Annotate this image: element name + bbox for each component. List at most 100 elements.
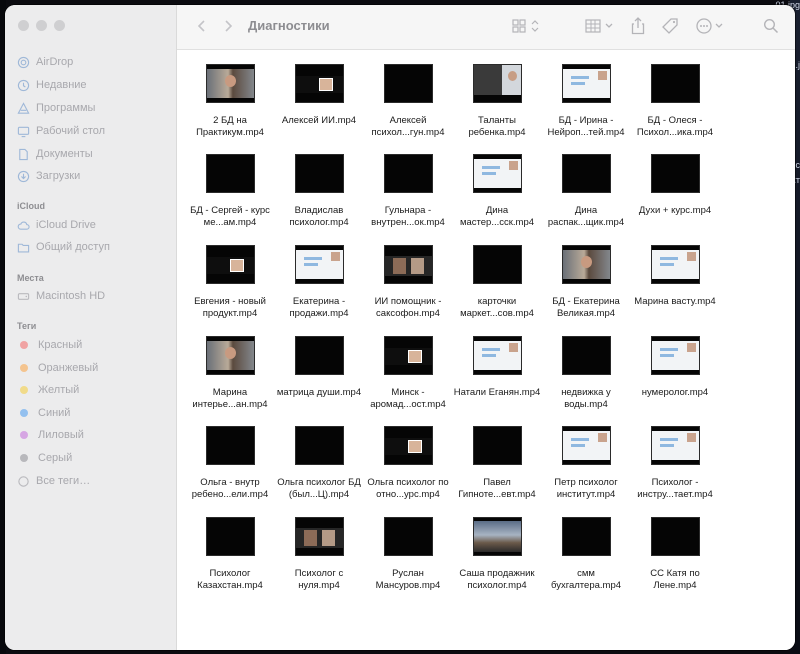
all-tags-icon	[17, 475, 30, 488]
file-item[interactable]: Гульнара - внутрен...ок.mp4	[363, 154, 453, 229]
file-item[interactable]: ИИ помощник - саксофон.mp4	[363, 245, 453, 320]
sidebar-item-label: Красный	[38, 339, 83, 351]
file-name: Натали Еганян.mp4	[453, 387, 541, 398]
zoom-button[interactable]	[54, 20, 65, 31]
sidebar-item-macintosh-hd[interactable]: Macintosh HD	[17, 287, 105, 305]
sidebar-item-desktop[interactable]: Рабочий стол	[17, 122, 105, 140]
file-item[interactable]: Ольга психолог БД (был...Ц).mp4	[274, 426, 364, 501]
file-item[interactable]: БД - Екатерина Великая.mp4	[541, 245, 631, 320]
file-item[interactable]: Дина распак...щик.mp4	[541, 154, 631, 229]
file-item[interactable]: Марина васту.mp4	[630, 245, 720, 308]
sidebar-item-shared[interactable]: Общий доступ	[17, 238, 110, 256]
sidebar-tag-blue[interactable]: Синий	[17, 404, 70, 422]
sidebar-item-label: Серый	[38, 452, 73, 464]
more-actions-button[interactable]	[695, 17, 727, 35]
video-thumbnail	[205, 154, 255, 193]
video-thumbnail	[294, 245, 344, 284]
file-name: Духи + курс.mp4	[638, 205, 712, 216]
sidebar-item-downloads[interactable]: Загрузки	[17, 167, 80, 185]
back-button[interactable]	[194, 18, 210, 34]
file-name: Психолог с нуля.mp4	[294, 568, 344, 591]
sidebar-item-label: Загрузки	[36, 170, 81, 182]
video-thumbnail	[383, 245, 433, 284]
file-item[interactable]: Дина мастер...сск.mp4	[452, 154, 542, 229]
file-item[interactable]: Психолог - инстру...тает.mp4	[630, 426, 720, 501]
share-button[interactable]	[630, 17, 646, 35]
toolbar: Диагностики	[177, 5, 795, 50]
video-thumbnail	[650, 517, 700, 556]
file-item[interactable]: Духи + курс.mp4	[630, 154, 720, 217]
sidebar-item-documents[interactable]: Документы	[17, 145, 93, 163]
sidebar-tag-all[interactable]: Все теги…	[17, 472, 90, 490]
apps-icon	[17, 101, 30, 115]
file-name: Дина распак...щик.mp4	[547, 205, 625, 228]
close-button[interactable]	[18, 20, 29, 31]
sidebar-item-airdrop[interactable]: AirDrop	[17, 53, 73, 71]
file-item[interactable]: БД - Олеся - Психол...ика.mp4	[630, 64, 720, 139]
file-item[interactable]: матрица души.mp4	[274, 336, 364, 399]
file-item[interactable]: СС Катя по Лене.mp4	[630, 517, 720, 592]
group-by-button[interactable]	[585, 17, 617, 35]
sidebar-item-icloud-drive[interactable]: iCloud Drive	[17, 216, 96, 234]
file-item[interactable]: смм бухгалтера.mp4	[541, 517, 631, 592]
video-thumbnail	[383, 336, 433, 375]
file-item[interactable]: Саша продажник психолог.mp4	[452, 517, 542, 592]
file-item[interactable]: Алексей психол...гун.mp4	[363, 64, 453, 139]
tags-button[interactable]	[662, 17, 680, 35]
cloud-icon	[17, 219, 30, 232]
file-item[interactable]: Алексей ИИ.mp4	[274, 64, 364, 127]
tag-icon	[662, 18, 678, 34]
file-name: Ольга - внутр ребено...ели.mp4	[191, 477, 269, 500]
file-item[interactable]: Ольга - внутр ребено...ели.mp4	[185, 426, 275, 501]
sidebar-tag-yellow[interactable]: Желтый	[17, 381, 79, 399]
file-name: матрица души.mp4	[276, 387, 362, 398]
file-item[interactable]: нумеролог.mp4	[630, 336, 720, 399]
sidebar-item-recents[interactable]: Недавние	[17, 76, 87, 94]
file-item[interactable]: Владислав психолог.mp4	[274, 154, 364, 229]
file-item[interactable]: Психолог с нуля.mp4	[274, 517, 364, 592]
file-item[interactable]: Марина интерье...ан.mp4	[185, 336, 275, 411]
file-item[interactable]: 2 БД на Практикум.mp4	[185, 64, 275, 139]
file-item[interactable]: Ольга психолог по отно...урс.mp4	[363, 426, 453, 501]
file-item[interactable]: Натали Еганян.mp4	[452, 336, 542, 399]
file-item[interactable]: Евгения - новый продукт.mp4	[185, 245, 275, 320]
sidebar-tag-gray[interactable]: Серый	[17, 449, 72, 467]
file-item[interactable]: Руслан Мансуров.mp4	[363, 517, 453, 592]
file-name: Ольга психолог по отно...урс.mp4	[367, 477, 449, 500]
file-item[interactable]: Таланты ребенка.mp4	[452, 64, 542, 139]
video-thumbnail	[205, 245, 255, 284]
video-thumbnail	[561, 517, 611, 556]
sidebar-item-label: Документы	[36, 148, 93, 160]
sidebar-tag-purple[interactable]: Лиловый	[17, 426, 84, 444]
chevron-right-icon	[225, 20, 233, 32]
sidebar-tag-red[interactable]: Красный	[17, 336, 82, 354]
download-icon	[17, 170, 30, 183]
sidebar-section-places: Места	[17, 273, 44, 283]
finder-window: AirDrop Недавние Программы Рабочий стол …	[5, 5, 795, 650]
file-item[interactable]: Петр психолог институт.mp4	[541, 426, 631, 501]
video-thumbnail	[650, 154, 700, 193]
sidebar-item-applications[interactable]: Программы	[17, 99, 95, 117]
file-item[interactable]: Павел Гипноте...евт.mp4	[452, 426, 542, 501]
sidebar-item-label: Синий	[38, 407, 71, 419]
sidebar-tag-orange[interactable]: Оранжевый	[17, 359, 98, 377]
file-item[interactable]: Психолог Казахстан.mp4	[185, 517, 275, 592]
minimize-button[interactable]	[36, 20, 47, 31]
file-item[interactable]: Екатерина - продажи.mp4	[274, 245, 364, 320]
file-name: Екатерина - продажи.mp4	[289, 296, 349, 319]
file-name: Ольга психолог БД (был...Ц).mp4	[277, 477, 361, 500]
file-item[interactable]: карточки маркет...сов.mp4	[452, 245, 542, 320]
file-item[interactable]: БД - Сергей - курс ме...ам.mp4	[185, 154, 275, 229]
file-item[interactable]: Минск - аромад...ост.mp4	[363, 336, 453, 411]
file-name: Марина интерье...ан.mp4	[192, 387, 268, 410]
disk-icon	[17, 290, 30, 303]
search-button[interactable]	[763, 17, 779, 35]
file-name: ИИ помощник - саксофон.mp4	[374, 296, 442, 319]
file-name: Таланты ребенка.mp4	[468, 115, 526, 138]
file-item[interactable]: БД - Ирина - Нейроп...тей.mp4	[541, 64, 631, 139]
file-item[interactable]: недвижка у воды.mp4	[541, 336, 631, 411]
video-thumbnail	[383, 154, 433, 193]
share-icon	[631, 17, 645, 35]
forward-button[interactable]	[220, 18, 236, 34]
view-mode-button[interactable]	[512, 17, 542, 35]
